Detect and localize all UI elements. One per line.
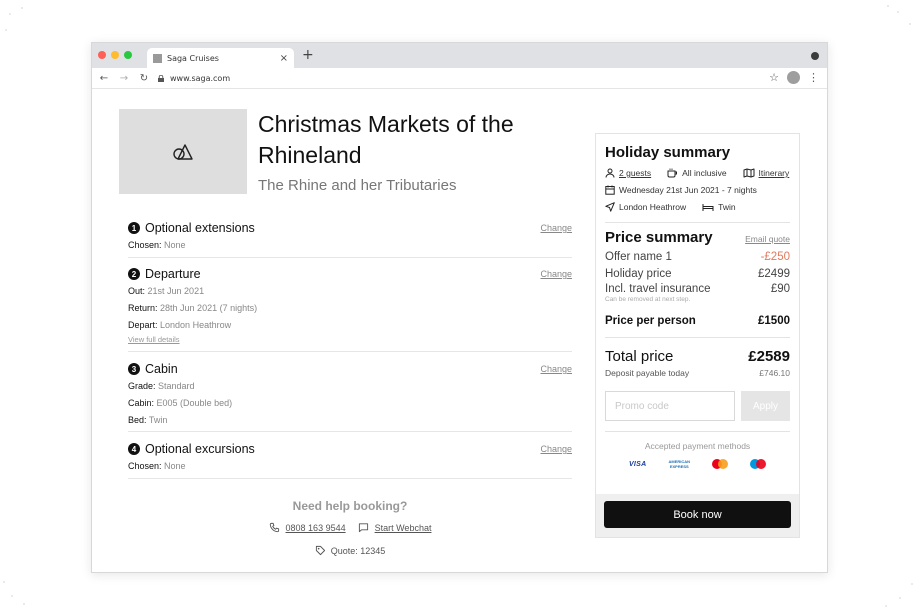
- price-line-holiday: Holiday price £2499: [605, 268, 790, 280]
- change-link-excursions[interactable]: Change: [540, 444, 572, 454]
- detail-depart: Depart: London Heathrow: [128, 320, 232, 330]
- book-now-area: Book now: [596, 494, 799, 537]
- bookmark-star-icon[interactable]: ☆: [769, 71, 779, 84]
- holiday-summary-panel: Holiday summary 2 guests All inclusive I…: [595, 133, 800, 538]
- window-controls: [98, 51, 132, 59]
- favicon-icon: [153, 53, 162, 63]
- step-number-badge: 2: [128, 268, 140, 280]
- page-title: Christmas Markets of the Rhineland: [258, 111, 514, 168]
- map-icon: [743, 168, 755, 178]
- bed-icon: [702, 203, 714, 211]
- profile-avatar[interactable]: [787, 71, 800, 84]
- browser-window: Saga Cruises × + ← → ↻ www.saga.com ☆ ⋮: [91, 42, 828, 573]
- insurance-note: Can be removed at next step.: [605, 296, 691, 303]
- holiday-summary-title: Holiday summary: [605, 144, 731, 161]
- section-cabin: 3 Cabin Change Grade: Standard Cabin: E0…: [128, 360, 572, 432]
- back-arrow-icon[interactable]: ←: [98, 73, 110, 84]
- phone-icon: [269, 522, 279, 533]
- browser-tab[interactable]: Saga Cruises ×: [147, 48, 294, 68]
- minimize-window-dot[interactable]: [111, 51, 119, 59]
- change-link-extensions[interactable]: Change: [540, 223, 572, 233]
- forward-arrow-icon[interactable]: →: [118, 73, 130, 84]
- change-link-departure[interactable]: Change: [540, 269, 572, 279]
- browser-menu-icon[interactable]: ⋮: [808, 72, 819, 83]
- detail-bed: Bed: Twin: [128, 415, 168, 425]
- section-optional-extensions: 1 Optional extensions Change Chosen: Non…: [128, 219, 572, 258]
- detail-chosen: Chosen: None: [128, 461, 186, 471]
- step-number-badge: 1: [128, 222, 140, 234]
- chat-icon: [358, 523, 368, 533]
- promo-code-input[interactable]: [605, 391, 735, 421]
- page-content: Christmas Markets of the Rhineland The R…: [92, 89, 827, 572]
- price-line-insurance: Incl. travel insurance £90: [605, 283, 790, 295]
- divider: [605, 222, 790, 223]
- person-icon: [605, 168, 615, 178]
- price-line-offer: Offer name 1 -£250: [605, 251, 790, 263]
- section-title: Cabin: [145, 362, 178, 376]
- section-title: Optional excursions: [145, 442, 255, 456]
- section-title: Optional extensions: [145, 221, 255, 235]
- close-window-dot[interactable]: [98, 51, 106, 59]
- maestro-logo: [750, 459, 767, 469]
- tab-title: Saga Cruises: [167, 53, 219, 63]
- phone-link[interactable]: 0808 163 9544: [286, 523, 346, 533]
- step-number-badge: 4: [128, 443, 140, 455]
- image-placeholder-icon: [173, 143, 193, 160]
- deposit-payable: Deposit payable today £746.10: [605, 368, 790, 378]
- quote-reference: Quote: 12345: [330, 545, 386, 556]
- email-quote-link[interactable]: Email quote: [745, 234, 790, 244]
- divider: [605, 431, 790, 432]
- view-full-details-link[interactable]: View full details: [128, 334, 572, 346]
- apply-promo-button[interactable]: Apply: [741, 391, 790, 421]
- section-title: Departure: [145, 267, 201, 281]
- cutlery-icon: [667, 168, 678, 178]
- step-number-badge: 3: [128, 363, 140, 375]
- mastercard-logo: [712, 459, 729, 469]
- travel-dates: Wednesday 21st Jun 2021 - 7 nights: [619, 185, 757, 195]
- change-link-cabin[interactable]: Change: [540, 364, 572, 374]
- bed-type: Twin: [718, 202, 736, 212]
- browser-titlebar: Saga Cruises × +: [92, 43, 827, 68]
- toolbar-actions: ☆ ⋮: [769, 71, 819, 84]
- tag-icon: [315, 545, 325, 556]
- calendar-icon: [605, 185, 615, 195]
- amex-logo: AMERICAN EXPRESS: [668, 459, 691, 469]
- help-booking: Need help booking? 0808 163 9544 Start W…: [128, 499, 572, 556]
- total-price: Total price £2589: [605, 348, 790, 365]
- page-subtitle: The Rhine and her Tributaries: [258, 177, 457, 194]
- detail-cabin: Cabin: E005 (Double bed): [128, 398, 233, 408]
- start-webchat-link[interactable]: Start Webchat: [375, 523, 432, 533]
- navigation-arrow-icon: [605, 202, 615, 212]
- url-text: www.saga.com: [170, 73, 231, 83]
- board-basis: All inclusive: [682, 168, 727, 178]
- browser-toolbar: ← → ↻ www.saga.com ☆ ⋮: [92, 68, 827, 89]
- help-title: Need help booking?: [292, 499, 408, 513]
- guests-link[interactable]: 2 guests: [619, 168, 651, 178]
- address-bar[interactable]: www.saga.com: [158, 71, 741, 86]
- detail-return: Return: 28th Jun 2021 (7 nights): [128, 303, 258, 313]
- itinerary-link[interactable]: Itinerary: [759, 168, 790, 178]
- detail-chosen: Chosen: None: [128, 240, 186, 250]
- lock-icon: [158, 74, 164, 82]
- detail-grade: Grade: Standard: [128, 381, 195, 391]
- book-now-button[interactable]: Book now: [604, 501, 791, 528]
- tab-close-icon[interactable]: ×: [280, 53, 288, 64]
- section-optional-excursions: 4 Optional excursions Change Chosen: Non…: [128, 440, 572, 479]
- detail-out: Out: 21st Jun 2021: [128, 286, 205, 296]
- section-departure: 2 Departure Change Out: 21st Jun 2021 Re…: [128, 265, 572, 352]
- maximize-window-dot[interactable]: [124, 51, 132, 59]
- new-tab-button[interactable]: +: [302, 47, 314, 63]
- visa-logo: VISA: [628, 460, 647, 468]
- reload-icon[interactable]: ↻: [138, 73, 150, 84]
- holiday-image: [119, 109, 247, 194]
- price-summary-title: Price summary: [605, 229, 713, 246]
- departure-airport: London Heathrow: [619, 202, 687, 212]
- browser-profile-dot[interactable]: [811, 52, 819, 60]
- divider: [605, 337, 790, 338]
- accepted-payment-label: Accepted payment methods: [644, 441, 751, 451]
- payment-methods: VISA AMERICAN EXPRESS: [605, 459, 790, 469]
- price-per-person: Price per person £1500: [605, 315, 790, 327]
